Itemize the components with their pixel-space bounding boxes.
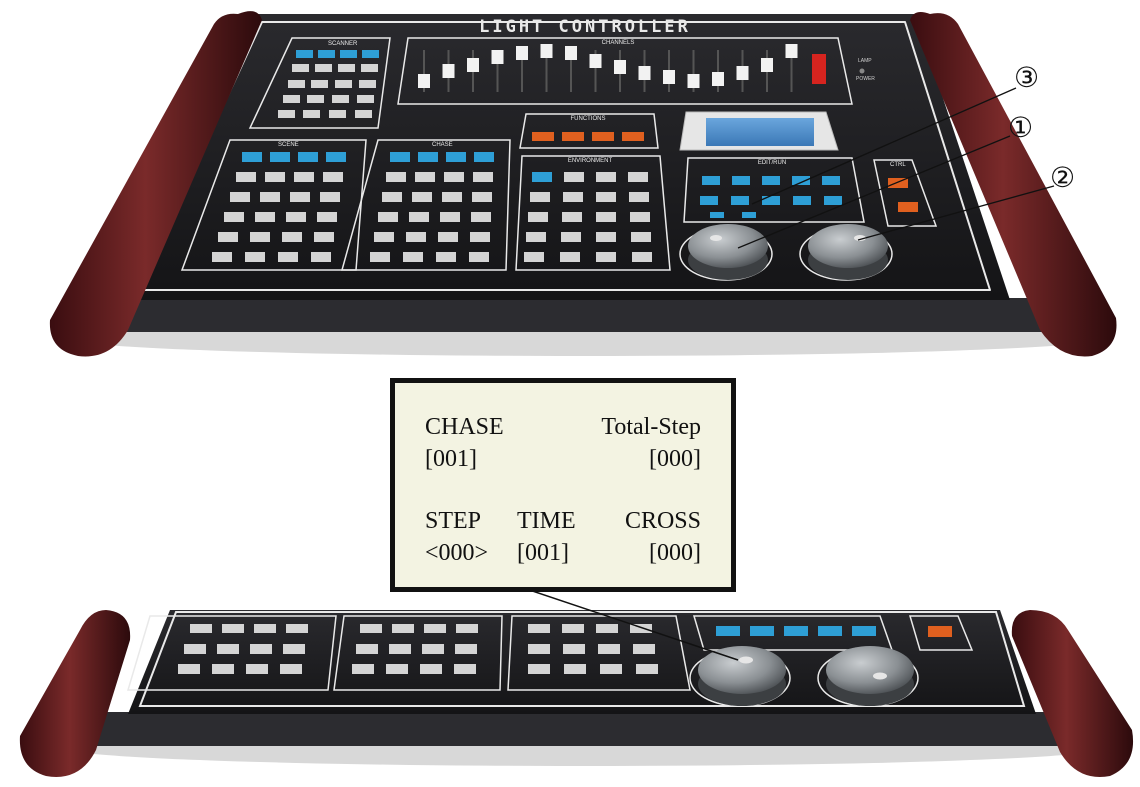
fader-knob[interactable] [761,58,773,72]
lcd-cross-label: CROSS [624,508,701,534]
ctrl-label: CTRL [890,162,906,168]
fader-knob[interactable] [565,46,577,60]
lcd-cross-value: [000] [649,540,701,566]
fader-knob[interactable] [491,50,504,64]
fader-knob[interactable] [614,60,626,74]
lcd-step-value: <000> [425,540,489,566]
brand-label: LIGHT CONTROLLER [479,17,691,37]
scanner-label: SCANNER [328,41,358,47]
console-lcd [679,111,839,151]
callout-1: ① [1008,111,1034,144]
environment-label: ENVIRONMENT [568,158,613,164]
callout-3: ③ [1014,61,1040,94]
lcd-total-step-label: Total-Step [601,414,701,440]
lcd-time-label: TIME [517,508,576,534]
lcd-total-step-value: [000] [649,446,701,472]
fader-knob[interactable] [712,72,724,86]
fader-knob[interactable] [785,44,798,58]
lamp-label: LAMP [858,58,872,64]
power-led [859,68,865,74]
product-figure: LIGHT CONTROLLER SCANNER CHANNELS LAMP P… [0,0,1140,782]
power-label: POWER [856,76,875,82]
fader-knob[interactable] [442,64,455,78]
fader-knob[interactable] [516,46,528,60]
fader-knob[interactable] [736,66,749,80]
functions-label: FUNCTIONS [571,116,606,122]
master-fader[interactable] [812,54,826,84]
fader-knob[interactable] [418,74,430,88]
bottom-ctrl-button[interactable] [928,626,952,637]
front-edge [110,298,1060,332]
lcd-chase-value: [001] [425,446,477,472]
lcd-step-label: STEP [425,508,482,534]
lcd-time-value: [001] [517,540,569,566]
fader-knob[interactable] [687,74,700,88]
channels-label: CHANNELS [602,40,635,46]
scene-label: SCENE [278,142,299,148]
front-edge-bottom [96,712,1076,746]
fader-knob[interactable] [638,66,651,80]
console-top: LIGHT CONTROLLER SCANNER CHANNELS LAMP P… [49,11,1117,357]
lcd-display: CHASE Total-Step [001] [000] STEP TIME C… [390,378,736,592]
fader-knob[interactable] [663,70,675,84]
console-bottom [19,563,1134,777]
bottom-edit-run-buttons[interactable] [716,626,876,636]
callout-2: ② [1050,161,1076,194]
chase-label: CHASE [432,142,453,148]
lcd-chase-label: CHASE [425,414,504,440]
fader-knob[interactable] [540,44,553,58]
edit-run-label: EDIT/RUN [758,160,786,166]
fader-knob[interactable] [589,54,602,68]
fader-knob[interactable] [467,58,479,72]
